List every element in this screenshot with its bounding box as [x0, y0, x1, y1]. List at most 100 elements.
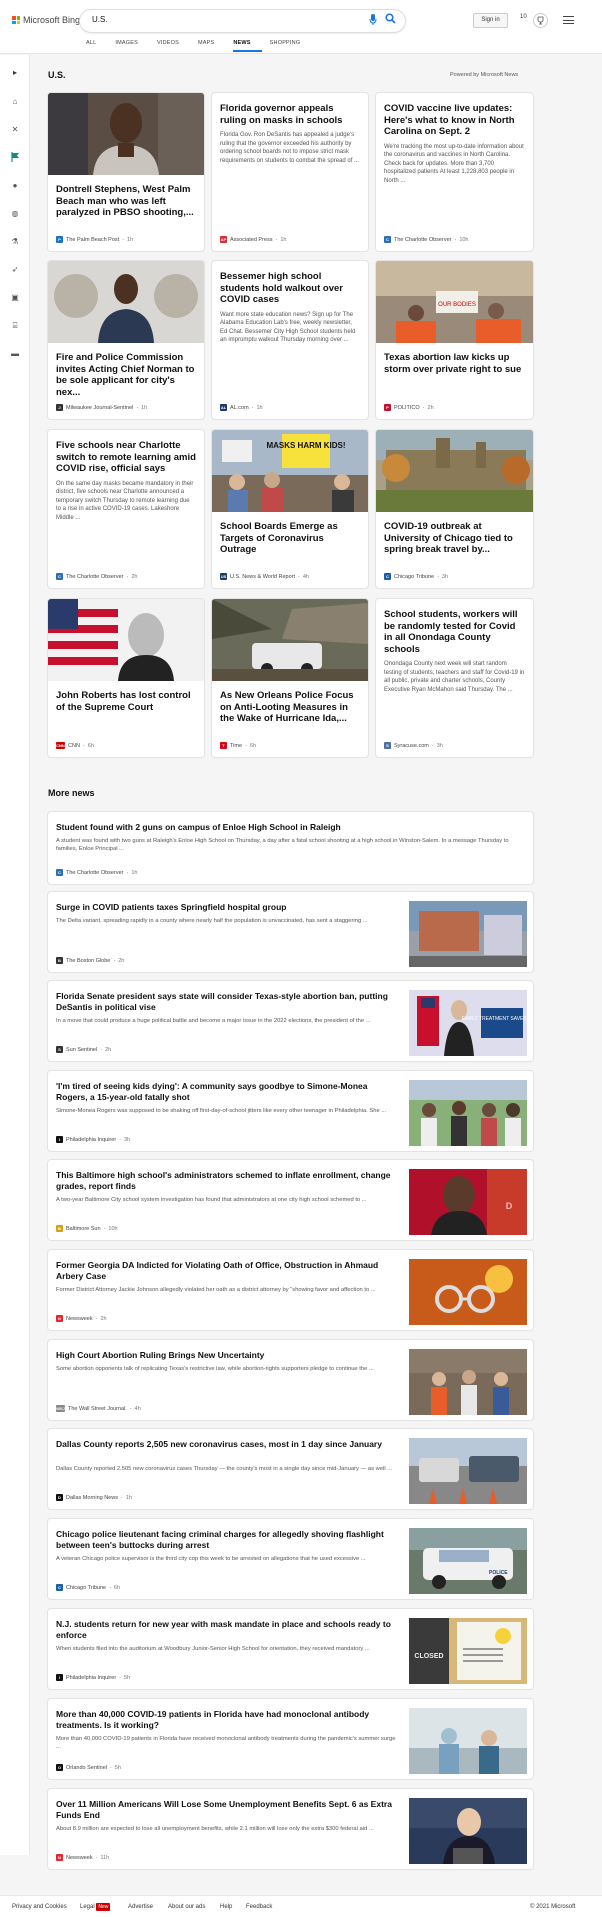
news-card[interactable]: Bessemer high school students hold walko… — [212, 261, 368, 419]
more-news-headline[interactable]: Former Georgia DA Indicted for Violating… — [56, 1260, 401, 1282]
more-news-item[interactable]: Former Georgia DA Indicted for Violating… — [48, 1250, 533, 1330]
more-news-headline[interactable]: Dallas County reports 2,505 new coronavi… — [56, 1439, 401, 1450]
more-news-item[interactable]: Student found with 2 guns on campus of E… — [48, 812, 533, 884]
help-link[interactable]: Help — [220, 1904, 232, 1910]
hamburger-menu-icon[interactable] — [563, 16, 574, 27]
privacy-link[interactable]: Privacy and Cookies — [12, 1904, 67, 1910]
search-input[interactable]: U.S. — [92, 15, 108, 24]
more-news-headline[interactable]: High Court Abortion Ruling Brings New Un… — [56, 1350, 401, 1361]
about-ads-link[interactable]: About our ads — [168, 1904, 205, 1910]
news-headline[interactable]: Florida governor appeals ruling on masks… — [212, 103, 368, 126]
rocket-icon[interactable]: ➶ — [9, 264, 21, 276]
news-thumbnail[interactable] — [409, 1349, 527, 1415]
more-news-headline[interactable]: N.J. students return for new year with m… — [56, 1619, 401, 1641]
news-card[interactable]: As New Orleans Police Focus on Anti-Loot… — [212, 599, 368, 757]
news-headline[interactable]: School Boards Emerge as Targets of Coron… — [212, 521, 368, 556]
more-news-headline[interactable]: Florida Senate president says state will… — [56, 991, 401, 1013]
early-treatment-text: EARLY TREATMENT SAVES LIVES — [462, 1016, 527, 1022]
source-name: CNN — [68, 742, 80, 749]
news-headline[interactable]: Dontrell Stephens, West Palm Beach man w… — [48, 184, 204, 219]
news-headline[interactable]: School students, workers will be randoml… — [376, 609, 533, 655]
more-news-headline[interactable]: Over 11 Million Americans Will Lose Some… — [56, 1799, 401, 1821]
expand-icon[interactable]: ▸ — [9, 67, 21, 79]
more-news-item[interactable]: Florida Senate president says state will… — [48, 981, 533, 1061]
news-headline[interactable]: COVID-19 outbreak at University of Chica… — [376, 521, 533, 556]
more-news-item[interactable]: Dallas County reports 2,505 new coronavi… — [48, 1429, 533, 1509]
more-news-item[interactable]: Chicago police lieutenant facing crimina… — [48, 1519, 533, 1599]
globe-icon[interactable]: ◍ — [9, 208, 21, 220]
news-card[interactable]: Fire and Police Commission invites Actin… — [48, 261, 204, 419]
news-card[interactable]: Five schools near Charlotte switch to re… — [48, 430, 204, 588]
more-news-item[interactable]: N.J. students return for new year with m… — [48, 1609, 533, 1689]
news-card[interactable]: Dontrell Stephens, West Palm Beach man w… — [48, 93, 204, 251]
location-icon[interactable]: ● — [9, 180, 21, 192]
search-icon[interactable] — [385, 13, 396, 27]
home-icon[interactable]: ⌂ — [9, 96, 21, 108]
more-news-headline[interactable]: 'I'm tired of seeing kids dying': A comm… — [56, 1081, 401, 1103]
news-card[interactable]: Florida governor appeals ruling on masks… — [212, 93, 368, 251]
signin-button[interactable]: Sign in — [473, 13, 508, 28]
news-card[interactable]: John Roberts has lost control of the Sup… — [48, 599, 204, 757]
news-thumbnail[interactable]: EARLY TREATMENT SAVES LIVES — [409, 990, 527, 1056]
bing-logo[interactable]: Microsoft Bing — [12, 15, 80, 25]
tab-images[interactable]: IMAGES — [115, 40, 149, 52]
flag-icon[interactable] — [9, 152, 21, 164]
tab-videos[interactable]: VIDEOS — [157, 40, 190, 52]
more-news-headline[interactable]: More than 40,000 COVID-19 patients in Fl… — [56, 1709, 401, 1731]
more-news-item[interactable]: More than 40,000 COVID-19 patients in Fl… — [48, 1699, 533, 1779]
news-source: I Philadelphia Inquirer · 3h — [56, 1136, 130, 1143]
more-news-item[interactable]: Surge in COVID patients taxes Springfiel… — [48, 892, 533, 972]
trophy-icon[interactable] — [533, 13, 548, 28]
news-card[interactable]: OUR BODIES Texas abortion law kicks up s… — [376, 261, 533, 419]
sports-icon[interactable]: ✕ — [9, 124, 21, 136]
source-name: Philadelphia Inquirer — [66, 1136, 117, 1143]
tab-news[interactable]: NEWS — [233, 40, 262, 52]
more-news-headline[interactable]: Chicago police lieutenant facing crimina… — [56, 1529, 401, 1551]
news-headline[interactable]: Bessemer high school students hold walko… — [212, 271, 368, 306]
more-news-headline[interactable]: This Baltimore high school's administrat… — [56, 1170, 401, 1192]
bank-icon[interactable]: ⌸ — [9, 320, 21, 332]
news-card[interactable]: School students, workers will be randoml… — [376, 599, 533, 757]
legal-link[interactable]: Legal New — [80, 1903, 111, 1911]
news-headline[interactable]: Five schools near Charlotte switch to re… — [48, 440, 204, 475]
news-headline[interactable]: Texas abortion law kicks up storm over p… — [376, 352, 533, 375]
more-news-item[interactable]: 'I'm tired of seeing kids dying': A comm… — [48, 1071, 533, 1151]
news-headline[interactable]: As New Orleans Police Focus on Anti-Loot… — [212, 690, 368, 725]
source-name: The Charlotte Observer — [66, 869, 124, 876]
news-headline[interactable]: John Roberts has lost control of the Sup… — [48, 690, 204, 713]
news-card[interactable]: MASKS HARM KIDS! School Boards Emerge as… — [212, 430, 368, 588]
microphone-icon[interactable] — [369, 14, 377, 28]
movie-icon[interactable]: ▣ — [9, 292, 21, 304]
more-news-item[interactable]: This Baltimore high school's administrat… — [48, 1160, 533, 1240]
news-thumbnail[interactable] — [409, 1080, 527, 1146]
news-thumbnail[interactable]: D — [409, 1169, 527, 1235]
tab-shopping[interactable]: SHOPPING — [270, 40, 312, 52]
news-headline[interactable]: COVID vaccine live updates: Here's what … — [376, 103, 533, 138]
money-icon[interactable]: ▬ — [9, 348, 21, 360]
tab-maps[interactable]: MAPS — [198, 40, 225, 52]
more-news-item[interactable]: Over 11 Million Americans Will Lose Some… — [48, 1789, 533, 1869]
more-news-item[interactable]: High Court Abortion Ruling Brings New Un… — [48, 1340, 533, 1420]
science-icon[interactable]: ⚗ — [9, 236, 21, 248]
news-thumbnail[interactable]: POLICE — [409, 1528, 527, 1594]
news-card[interactable]: COVID vaccine live updates: Here's what … — [376, 93, 533, 251]
news-thumbnail[interactable] — [409, 1708, 527, 1774]
powered-by[interactable]: Powered by Microsoft News — [450, 72, 518, 78]
advertise-link[interactable]: Advertise — [128, 1904, 153, 1910]
source-time: 1h — [280, 236, 287, 243]
more-news-headline[interactable]: Student found with 2 guns on campus of E… — [56, 822, 521, 833]
news-thumbnail[interactable]: CLOSED — [409, 1618, 527, 1684]
more-news-headline[interactable]: Surge in COVID patients taxes Springfiel… — [56, 902, 401, 913]
news-thumbnail[interactable] — [409, 1438, 527, 1504]
news-thumbnail[interactable] — [409, 1798, 527, 1864]
news-thumbnail[interactable] — [409, 901, 527, 967]
feedback-link[interactable]: Feedback — [246, 1904, 272, 1910]
news-source: D Dallas Morning News · 1h — [56, 1494, 132, 1501]
news-headline[interactable]: Fire and Police Commission invites Actin… — [48, 352, 204, 398]
rewards-count[interactable]: 10 — [520, 14, 527, 20]
tab-all[interactable]: ALL — [86, 40, 107, 52]
news-card[interactable]: COVID-19 outbreak at University of Chica… — [376, 430, 533, 588]
news-thumbnail[interactable] — [409, 1259, 527, 1325]
legal-label[interactable]: Legal — [80, 1904, 95, 1910]
search-box[interactable]: U.S. — [80, 10, 405, 32]
